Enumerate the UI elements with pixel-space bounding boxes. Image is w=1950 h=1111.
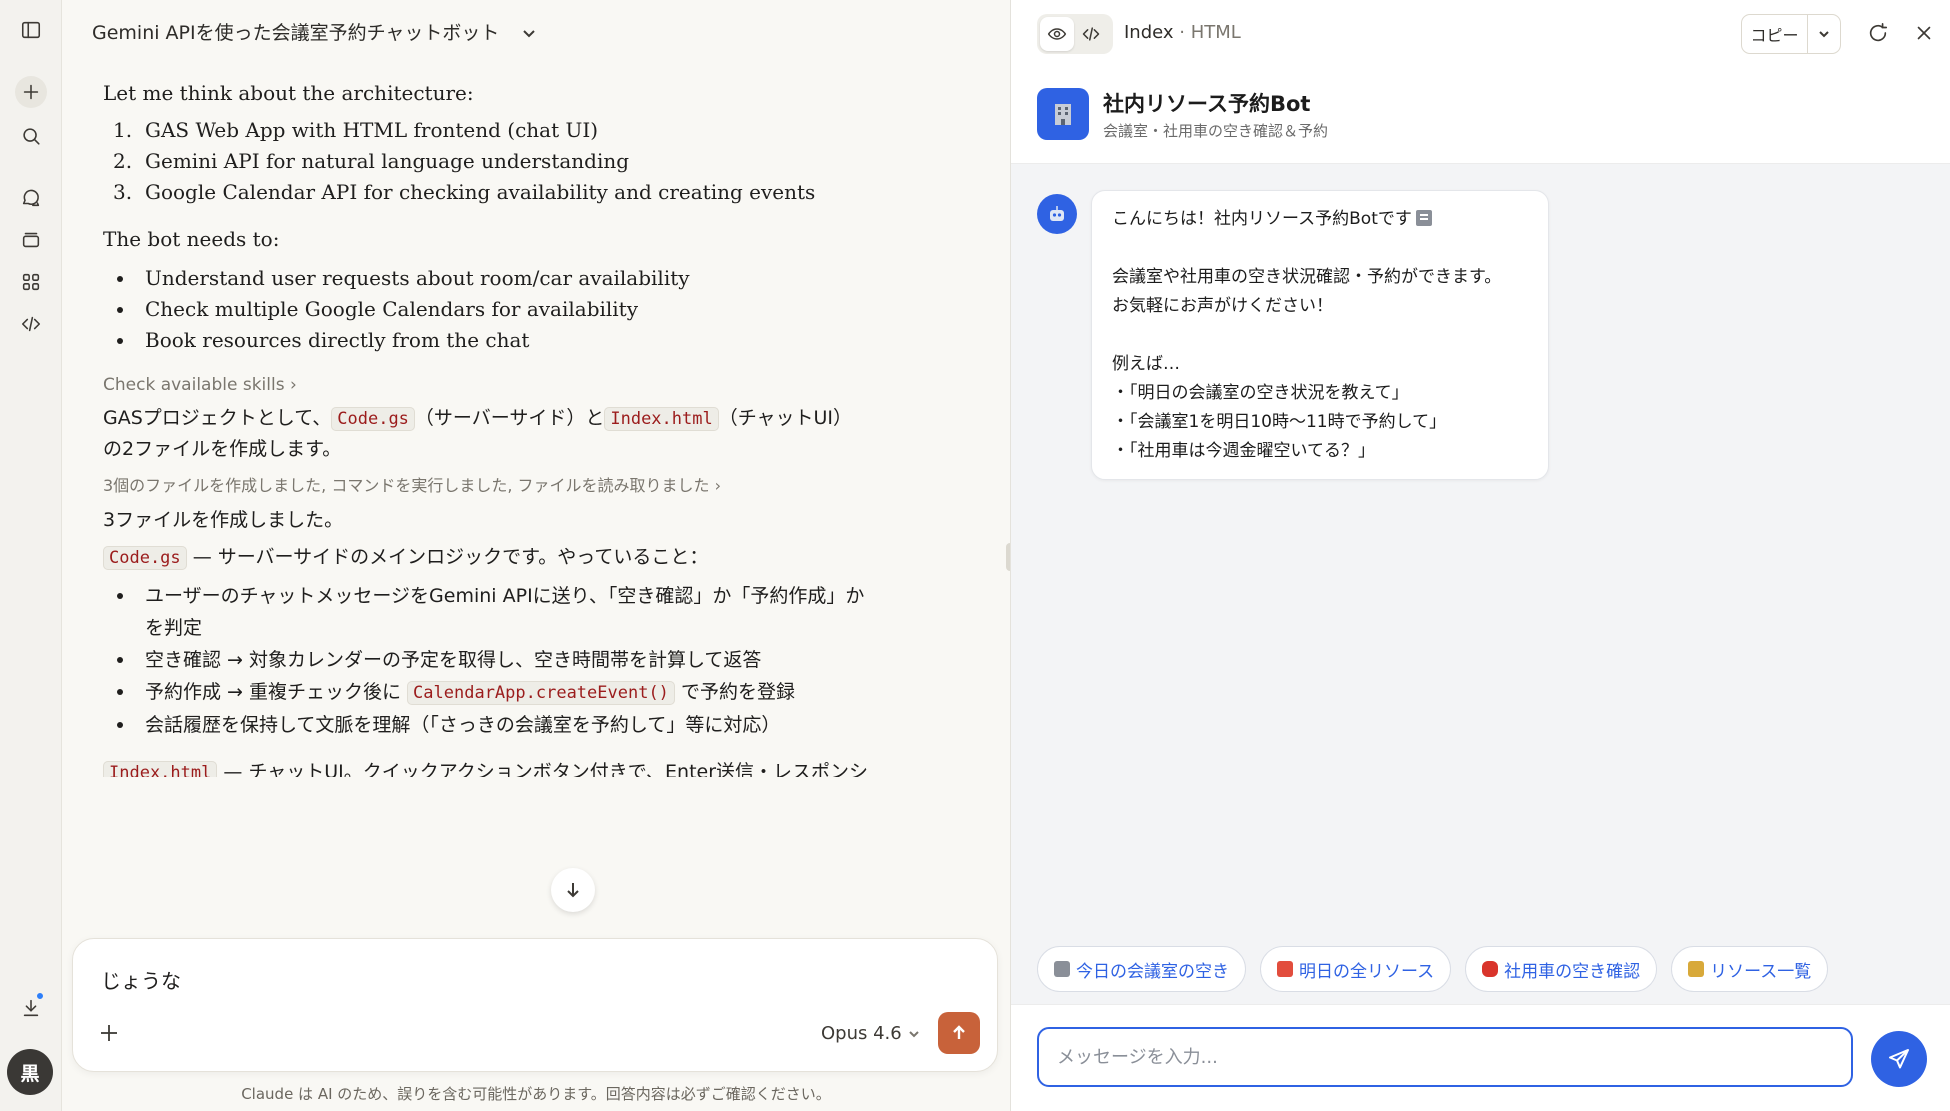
quick-action-resource-list[interactable]: リソース一覧 [1671,946,1829,992]
list-item: 予約作成 → 重複チェック後に CalendarApp.createEvent(… [103,676,1003,709]
code-gs-inline: Code.gs [331,407,415,431]
chat-title-text: Gemini APIを使った会議室予約チャットボット [92,22,500,44]
code-icon[interactable] [13,306,49,342]
arch-intro: Let me think about the architecture: [103,81,474,105]
paper-plane-icon [1889,1049,1909,1069]
disclaimer: Claude は AI のため、誤りを含む可能性があります。回答内容は必ずご確認… [241,1085,831,1103]
list-item: 2. Gemini API for natural language unders… [113,149,630,173]
app-window: 黒 Gemini APIを使った会議室予約チャットボット Let me thin… [0,0,1950,1111]
memo-icon [1054,961,1070,977]
arrow-down-icon [567,883,579,898]
artifact-pane: Index · HTML コピー 社内リソース予約Bot 会議室・社用車の空き確… [1010,0,1950,1111]
quick-action-tomorrow-all[interactable]: 明日の全リソース [1260,946,1452,992]
example-line: ・「明日の会議室の空き状況を教えて」 [1112,383,1409,403]
copy-button[interactable]: コピー [1742,15,1808,53]
message-line: 例えば… [1112,354,1180,374]
codegs-desc: Code.gs — サーバーサイドのメインロジックです。やっていること： [103,542,1003,574]
example-line: ・「会議室1を明日10時〜11時で予約して」 [1112,412,1447,432]
created-text: 3ファイルを作成しました。 [103,509,344,531]
arrow-up-icon [953,1025,965,1039]
send-button[interactable] [1871,1031,1927,1087]
bot-input-bar [1011,1004,1950,1111]
list-item: 会話履歴を保持して文脈を理解（「さっきの会議室を予約して」等に対応） [103,709,1003,741]
left-rail: 黒 [0,0,62,1111]
code-view-icon[interactable] [1074,17,1108,51]
composer-input[interactable]: じょうな [101,965,181,994]
plus-icon[interactable] [95,1019,123,1047]
note-icon [1688,961,1705,977]
skills-link[interactable]: Check available skills › [103,370,1003,401]
bot-name: 社内リソース予約Bot [1103,92,1311,116]
bot-conversation: こんにちは！社内リソース予約Botです 会議室や社用車の空き状況確認・予約ができ… [1011,164,1950,1004]
list-item: ユーザーのチャットメッセージをGemini APIに送り、「空き確認」か「予約作… [103,580,1003,644]
gas-paragraph: GASプロジェクトとして、 Code.gs （サーバーサイド）と Index.html… [103,407,853,460]
copy-button-group: コピー [1741,14,1841,54]
tool-summary-link[interactable]: 3個のファイルを作成しました, コマンドを実行しました, ファイルを読み取りまし… [103,470,1003,501]
projects-icon[interactable] [13,222,49,258]
model-selector[interactable]: Opus 4.6 [821,1023,920,1044]
new-chat-icon[interactable] [15,76,47,108]
artifact-title: Index · HTML [1124,22,1241,43]
bot-subtitle: 会議室・社用車の空き確認＆予約 [1103,122,1329,140]
arch-list: 1. GAS Web App with HTML frontend (chat U… [103,115,1003,208]
codegs-list: ユーザーのチャットメッセージをGemini APIに送り、「空き確認」か「予約作… [103,580,1003,741]
quick-actions: 今日の会議室の空き 明日の全リソース 社用車の空き確認 リソース一覧 [1037,946,1829,992]
sidebar-toggle-icon[interactable] [13,12,49,48]
example-line: ・「社用車は今週金曜空いてる？」 [1112,441,1375,461]
chat-pane: Gemini APIを使った会議室予約チャットボット Let me think … [62,0,1010,1111]
composer[interactable]: じょうな Opus 4.6 [72,938,998,1072]
calendar-icon [1277,961,1293,977]
close-icon[interactable] [1909,18,1939,48]
view-toggle [1037,14,1113,54]
chevron-down-icon[interactable] [521,24,537,40]
quick-action-today-rooms[interactable]: 今日の会議室の空き [1037,946,1246,992]
artifacts-icon[interactable] [13,264,49,300]
list-item: Understand user requests about room/car … [103,263,1003,294]
notification-dot [35,991,45,1001]
message-input[interactable] [1037,1027,1853,1087]
refresh-icon[interactable] [1863,18,1893,48]
needs-list: Understand user requests about room/car … [103,263,1003,356]
chevron-down-icon [909,1030,919,1037]
building-icon [1037,88,1089,140]
quick-action-car[interactable]: 社用車の空き確認 [1465,946,1658,992]
chats-icon[interactable] [13,180,49,216]
send-button[interactable] [938,1012,980,1054]
index-desc: Index.html — チャットUI。クイックアクションボタン付きで、Ente… [103,757,1003,777]
greeting-line: こんにちは！社内リソース予約Botです [1112,205,1528,234]
building-icon [1415,210,1432,226]
robot-icon [1037,194,1077,234]
list-item: 3. Google Calendar API for checking avail… [113,180,816,204]
preview-eye-icon[interactable] [1040,17,1074,51]
list-item: 1. GAS Web App with HTML frontend (chat U… [113,118,599,142]
search-icon[interactable] [13,118,49,154]
index-html-inline: Index.html [604,407,719,431]
needs-intro: The bot needs to: [103,227,280,251]
chat-title[interactable]: Gemini APIを使った会議室予約チャットボット [92,18,537,45]
bot-message-bubble: こんにちは！社内リソース予約Botです 会議室や社用車の空き状況確認・予約ができ… [1091,190,1549,480]
car-icon [1482,961,1499,977]
scroll-down-button[interactable] [551,868,595,912]
bot-header: 社内リソース予約Bot 会議室・社用車の空き確認＆予約 [1011,68,1950,164]
copy-options-chevron-down-icon[interactable] [1808,15,1840,53]
user-avatar[interactable]: 黒 [7,1049,53,1095]
message-content: Let me think about the architecture: 1. G… [103,78,1003,777]
list-item: Check multiple Google Calendars for avai… [103,294,1003,325]
message-line: 会議室や社用車の空き状況確認・予約ができます。 [1112,267,1502,287]
list-item: Book resources directly from the chat [103,325,1003,356]
list-item: 空き確認 → 対象カレンダーの予定を取得し、空き時間帯を計算して返答 [103,644,1003,676]
message-line: お気軽にお声がけください！ [1112,296,1333,316]
